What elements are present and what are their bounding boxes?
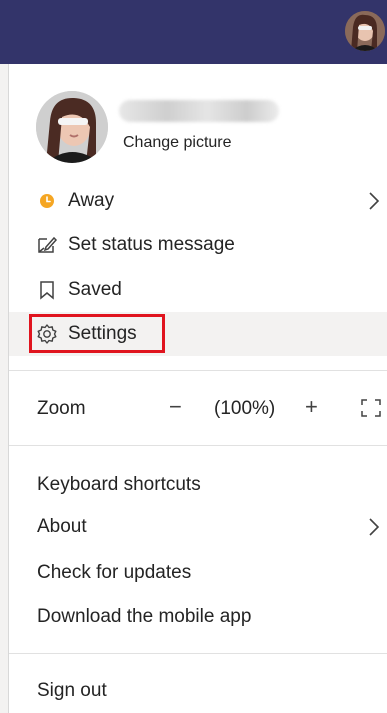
set-status-message-item[interactable]: Set status message xyxy=(9,223,387,267)
fullscreen-icon[interactable] xyxy=(361,399,381,417)
set-status-message-label: Set status message xyxy=(68,234,235,255)
status-away-item[interactable]: Away xyxy=(9,179,387,223)
divider xyxy=(9,445,387,446)
saved-item[interactable]: Saved xyxy=(9,268,387,312)
about-item[interactable]: About xyxy=(9,505,387,549)
divider xyxy=(9,653,387,654)
profile-avatar[interactable] xyxy=(36,91,108,163)
zoom-control: Zoom − (100%) + xyxy=(9,384,387,434)
away-status-icon xyxy=(36,190,58,212)
status-label: Away xyxy=(68,190,115,211)
app-header xyxy=(0,0,387,64)
about-label: About xyxy=(37,516,87,537)
settings-highlight-box xyxy=(29,314,165,353)
header-avatar[interactable] xyxy=(345,11,385,51)
zoom-out-button[interactable]: − xyxy=(169,394,182,420)
left-window-edge xyxy=(0,64,9,713)
avatar-photo-icon xyxy=(345,11,385,51)
change-picture-link[interactable]: Change picture xyxy=(123,134,232,152)
profile-section: Change picture xyxy=(9,64,387,174)
avatar-photo-icon xyxy=(36,91,108,163)
divider xyxy=(9,370,387,371)
saved-label: Saved xyxy=(68,279,122,300)
bookmark-icon xyxy=(36,279,58,301)
user-name-blurred xyxy=(119,100,279,122)
download-mobile-app-item[interactable]: Download the mobile app xyxy=(37,606,251,628)
zoom-level: (100%) xyxy=(214,398,276,419)
chevron-right-icon xyxy=(369,192,380,210)
keyboard-shortcuts-item[interactable]: Keyboard shortcuts xyxy=(37,474,201,496)
edit-status-icon xyxy=(36,234,58,256)
check-for-updates-item[interactable]: Check for updates xyxy=(37,562,191,584)
sign-out-item[interactable]: Sign out xyxy=(37,680,107,702)
zoom-label: Zoom xyxy=(37,398,86,419)
zoom-in-button[interactable]: + xyxy=(305,394,318,420)
chevron-right-icon xyxy=(369,518,380,536)
profile-menu: Change picture Away Set status message S… xyxy=(9,64,387,713)
